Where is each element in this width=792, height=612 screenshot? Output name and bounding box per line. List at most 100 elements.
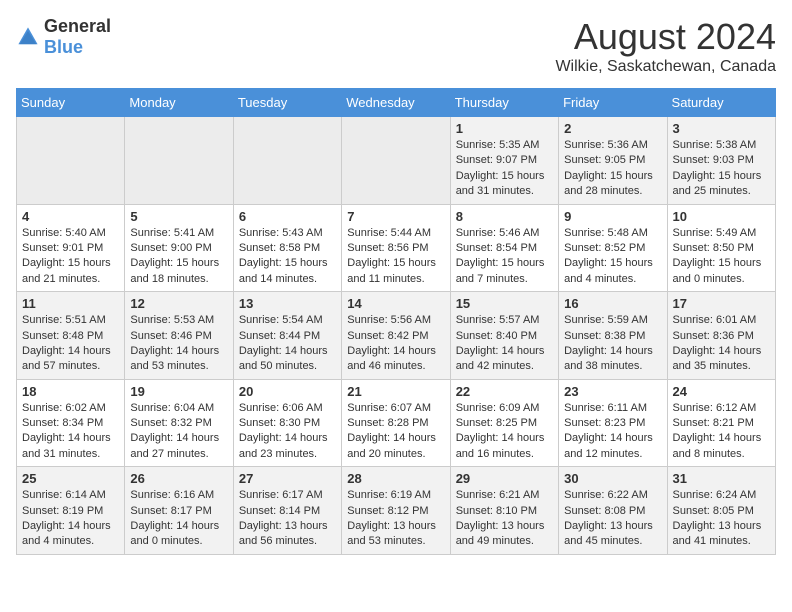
calendar-cell: 15Sunrise: 5:57 AMSunset: 8:40 PMDayligh… — [450, 292, 558, 380]
day-number: 23 — [564, 384, 661, 399]
day-info: Sunrise: 6:04 AMSunset: 8:32 PMDaylight:… — [130, 401, 227, 463]
day-info: Sunrise: 5:49 AMSunset: 8:50 PMDaylight:… — [673, 226, 770, 288]
calendar-cell: 30Sunrise: 6:22 AMSunset: 8:08 PMDayligh… — [559, 467, 667, 555]
calendar-header-sunday: Sunday — [17, 89, 125, 117]
day-info: Sunrise: 6:06 AMSunset: 8:30 PMDaylight:… — [239, 401, 336, 463]
calendar-cell — [233, 117, 341, 205]
calendar-cell: 20 Sunrise: 6:06 AMSunset: 8:30 PMDayligh… — [233, 379, 341, 467]
day-number: 3 — [673, 121, 770, 136]
calendar-cell: 10 Sunrise: 5:49 AMSunset: 8:50 PMDayligh… — [667, 204, 775, 292]
day-info: Sunrise: 6:07 AMSunset: 8:28 PMDaylight:… — [347, 401, 444, 463]
calendar-cell: 22 Sunrise: 6:09 AMSunset: 8:25 PMDayligh… — [450, 379, 558, 467]
day-info: Sunrise: 5:43 AMSunset: 8:58 PMDaylight:… — [239, 226, 336, 288]
calendar-cell: 14 Sunrise: 5:56 AMSunset: 8:42 PMDayligh… — [342, 292, 450, 380]
day-number: 16 — [564, 296, 661, 311]
day-info: Sunrise: 5:41 AMSunset: 9:00 PMDaylight:… — [130, 226, 227, 288]
day-number: 31 — [673, 471, 770, 486]
calendar-cell: 27 Sunrise: 6:17 AMSunset: 8:14 PMDayligh… — [233, 467, 341, 555]
day-number: 17 — [673, 296, 770, 311]
calendar-table: SundayMondayTuesdayWednesdayThursdayFrid… — [16, 88, 776, 555]
calendar-cell: 1Sunrise: 5:35 AMSunset: 9:07 PMDaylight… — [450, 117, 558, 205]
day-number: 24 — [673, 384, 770, 399]
calendar-cell: 5 Sunrise: 5:41 AMSunset: 9:00 PMDaylight… — [125, 204, 233, 292]
calendar-week-row: 18Sunrise: 6:02 AMSunset: 8:34 PMDayligh… — [17, 379, 776, 467]
calendar-cell: 7 Sunrise: 5:44 AMSunset: 8:56 PMDaylight… — [342, 204, 450, 292]
day-number: 8 — [456, 209, 553, 224]
logo-icon — [16, 25, 40, 49]
calendar-cell: 17 Sunrise: 6:01 AMSunset: 8:36 PMDayligh… — [667, 292, 775, 380]
calendar-header-monday: Monday — [125, 89, 233, 117]
day-number: 13 — [239, 296, 336, 311]
calendar-week-row: 4 Sunrise: 5:40 AMSunset: 9:01 PMDaylight… — [17, 204, 776, 292]
day-info: Sunrise: 6:21 AMSunset: 8:10 PMDaylight:… — [456, 488, 553, 550]
logo-general: General — [44, 16, 111, 36]
day-number: 12 — [130, 296, 227, 311]
day-number: 21 — [347, 384, 444, 399]
calendar-cell: 2Sunrise: 5:36 AMSunset: 9:05 PMDaylight… — [559, 117, 667, 205]
day-info: Sunrise: 6:09 AMSunset: 8:25 PMDaylight:… — [456, 401, 553, 463]
day-number: 28 — [347, 471, 444, 486]
calendar-header-tuesday: Tuesday — [233, 89, 341, 117]
day-number: 9 — [564, 209, 661, 224]
calendar-header-friday: Friday — [559, 89, 667, 117]
logo: General Blue — [16, 16, 111, 58]
day-info: Sunrise: 5:51 AMSunset: 8:48 PMDaylight:… — [22, 313, 119, 375]
day-number: 7 — [347, 209, 444, 224]
header: General Blue August 2024 Wilkie, Saskatc… — [16, 16, 776, 76]
calendar-cell: 19Sunrise: 6:04 AMSunset: 8:32 PMDayligh… — [125, 379, 233, 467]
day-number: 25 — [22, 471, 119, 486]
day-info: Sunrise: 5:38 AMSunset: 9:03 PMDaylight:… — [673, 138, 770, 200]
calendar-header-row: SundayMondayTuesdayWednesdayThursdayFrid… — [17, 89, 776, 117]
calendar-cell: 6 Sunrise: 5:43 AMSunset: 8:58 PMDaylight… — [233, 204, 341, 292]
day-info: Sunrise: 5:36 AMSunset: 9:05 PMDaylight:… — [564, 138, 661, 200]
calendar-cell: 23 Sunrise: 6:11 AMSunset: 8:23 PMDayligh… — [559, 379, 667, 467]
day-info: Sunrise: 5:40 AMSunset: 9:01 PMDaylight:… — [22, 226, 119, 288]
day-info: Sunrise: 5:48 AMSunset: 8:52 PMDaylight:… — [564, 226, 661, 288]
calendar-header-thursday: Thursday — [450, 89, 558, 117]
day-number: 1 — [456, 121, 553, 136]
day-number: 22 — [456, 384, 553, 399]
calendar-week-row: 25 Sunrise: 6:14 AMSunset: 8:19 PMDayligh… — [17, 467, 776, 555]
day-number: 5 — [130, 209, 227, 224]
day-info: Sunrise: 6:16 AMSunset: 8:17 PMDaylight:… — [130, 488, 227, 550]
calendar-cell — [17, 117, 125, 205]
day-info: Sunrise: 6:11 AMSunset: 8:23 PMDaylight:… — [564, 401, 661, 463]
calendar-cell: 26 Sunrise: 6:16 AMSunset: 8:17 PMDayligh… — [125, 467, 233, 555]
day-info: Sunrise: 6:14 AMSunset: 8:19 PMDaylight:… — [22, 488, 119, 550]
calendar-week-row: 1Sunrise: 5:35 AMSunset: 9:07 PMDaylight… — [17, 117, 776, 205]
calendar-cell: 24 Sunrise: 6:12 AMSunset: 8:21 PMDayligh… — [667, 379, 775, 467]
calendar-cell: 18Sunrise: 6:02 AMSunset: 8:34 PMDayligh… — [17, 379, 125, 467]
day-info: Sunrise: 5:46 AMSunset: 8:54 PMDaylight:… — [456, 226, 553, 288]
calendar-cell — [125, 117, 233, 205]
day-info: Sunrise: 5:44 AMSunset: 8:56 PMDaylight:… — [347, 226, 444, 288]
calendar-cell: 25 Sunrise: 6:14 AMSunset: 8:19 PMDayligh… — [17, 467, 125, 555]
day-number: 6 — [239, 209, 336, 224]
day-number: 27 — [239, 471, 336, 486]
calendar-week-row: 11Sunrise: 5:51 AMSunset: 8:48 PMDayligh… — [17, 292, 776, 380]
day-info: Sunrise: 5:57 AMSunset: 8:40 PMDaylight:… — [456, 313, 553, 375]
day-info: Sunrise: 6:01 AMSunset: 8:36 PMDaylight:… — [673, 313, 770, 375]
day-number: 29 — [456, 471, 553, 486]
day-number: 14 — [347, 296, 444, 311]
calendar-header-saturday: Saturday — [667, 89, 775, 117]
logo-blue: Blue — [44, 37, 83, 57]
calendar-cell: 21 Sunrise: 6:07 AMSunset: 8:28 PMDayligh… — [342, 379, 450, 467]
day-number: 26 — [130, 471, 227, 486]
day-info: Sunrise: 5:56 AMSunset: 8:42 PMDaylight:… — [347, 313, 444, 375]
day-info: Sunrise: 6:17 AMSunset: 8:14 PMDaylight:… — [239, 488, 336, 550]
calendar-cell: 4 Sunrise: 5:40 AMSunset: 9:01 PMDaylight… — [17, 204, 125, 292]
day-info: Sunrise: 6:12 AMSunset: 8:21 PMDaylight:… — [673, 401, 770, 463]
calendar-cell: 29 Sunrise: 6:21 AMSunset: 8:10 PMDayligh… — [450, 467, 558, 555]
logo-text: General Blue — [44, 16, 111, 58]
calendar-header-wednesday: Wednesday — [342, 89, 450, 117]
calendar-cell: 16 Sunrise: 5:59 AMSunset: 8:38 PMDayligh… — [559, 292, 667, 380]
day-number: 4 — [22, 209, 119, 224]
day-number: 10 — [673, 209, 770, 224]
calendar-cell: 11Sunrise: 5:51 AMSunset: 8:48 PMDayligh… — [17, 292, 125, 380]
day-info: Sunrise: 5:53 AMSunset: 8:46 PMDaylight:… — [130, 313, 227, 375]
day-info: Sunrise: 5:54 AMSunset: 8:44 PMDaylight:… — [239, 313, 336, 375]
calendar-cell: 31Sunrise: 6:24 AMSunset: 8:05 PMDayligh… — [667, 467, 775, 555]
calendar-cell: 28Sunrise: 6:19 AMSunset: 8:12 PMDayligh… — [342, 467, 450, 555]
day-info: Sunrise: 5:59 AMSunset: 8:38 PMDaylight:… — [564, 313, 661, 375]
day-number: 20 — [239, 384, 336, 399]
